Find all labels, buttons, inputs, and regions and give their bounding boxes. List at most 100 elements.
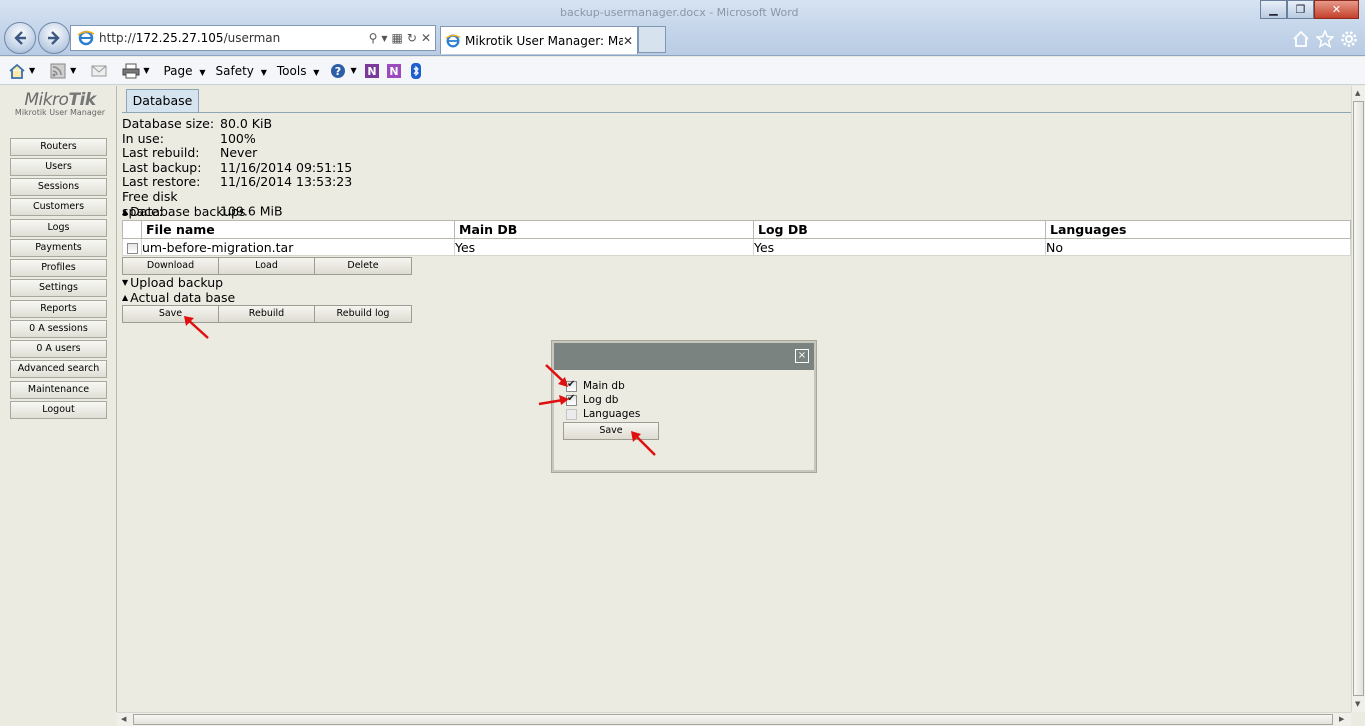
dialog-header: × xyxy=(554,343,814,370)
onenote-button-1[interactable]: N xyxy=(363,63,381,79)
tab-title: Mikrotik User Manager: Mai... xyxy=(465,33,623,48)
sidebar-item-maintenance[interactable]: Maintenance xyxy=(10,381,107,399)
horizontal-scrollbar[interactable]: ◀ ▶ xyxy=(117,712,1351,726)
info-value: Never xyxy=(220,145,258,160)
scroll-right-icon[interactable]: ▶ xyxy=(1339,715,1344,723)
option-label: Languages xyxy=(583,408,641,420)
sidebar-item-profiles[interactable]: Profiles xyxy=(10,259,107,277)
mail-menu[interactable] xyxy=(90,63,108,79)
back-arrow-icon xyxy=(14,31,26,45)
ie-page-icon xyxy=(77,30,95,46)
column-header-main-db[interactable]: Main DB xyxy=(454,220,754,239)
sidebar-item-advanced-search[interactable]: Advanced search xyxy=(10,360,107,378)
favorites-star-icon[interactable] xyxy=(1316,30,1334,48)
sidebar: MikroTik Mikrotik User Manager Routers U… xyxy=(0,86,117,712)
stop-icon[interactable]: ✕ xyxy=(421,31,431,45)
minimize-button[interactable]: ▁ xyxy=(1260,0,1287,19)
column-header-log-db[interactable]: Log DB xyxy=(753,220,1046,239)
help-icon: ? xyxy=(331,63,346,78)
sidebar-item-payments[interactable]: Payments xyxy=(10,239,107,257)
sidebar-item-active-users[interactable]: 0 A users xyxy=(10,340,107,358)
feeds-menu[interactable]: ▼ xyxy=(49,63,76,79)
section-upload-backup[interactable]: ▼ Upload backup xyxy=(122,275,223,290)
address-bar[interactable]: http://172.25.27.105/userman ⚲ ▼ ▦ ↻ ✕ xyxy=(70,25,436,51)
table-row[interactable]: um-before-migration.tar Yes Yes No xyxy=(122,238,1351,256)
option-main-db[interactable]: Main db xyxy=(566,379,625,392)
scroll-corner xyxy=(0,712,117,726)
row-checkbox[interactable] xyxy=(126,242,138,254)
new-tab-button[interactable] xyxy=(638,26,666,53)
svg-text:N: N xyxy=(367,65,376,78)
sidebar-item-active-sessions[interactable]: 0 A sessions xyxy=(10,320,107,338)
scroll-down-icon[interactable]: ▼ xyxy=(1355,700,1360,708)
rebuild-log-button[interactable]: Rebuild log xyxy=(314,305,412,323)
scroll-left-icon[interactable]: ◀ xyxy=(121,715,126,723)
column-header-file-name[interactable]: File name xyxy=(141,220,455,239)
search-icon[interactable]: ⚲ xyxy=(369,31,378,45)
info-key: Last rebuild: xyxy=(122,145,200,160)
tab-database[interactable]: Database xyxy=(126,89,199,113)
section-actual-data-base[interactable]: ▲ Actual data base xyxy=(122,290,235,305)
dropdown-arrow-icon[interactable]: ▼ xyxy=(381,34,387,43)
download-button[interactable]: Download xyxy=(122,257,219,275)
option-label: Log db xyxy=(583,394,619,406)
page-menu-label: Page xyxy=(163,63,193,78)
page-menu[interactable]: Page ▼ xyxy=(163,64,205,78)
vertical-scrollbar[interactable]: ▲ ▼ xyxy=(1351,86,1365,712)
sidebar-item-reports[interactable]: Reports xyxy=(10,300,107,318)
onenote-icon: N xyxy=(364,63,379,78)
sidebar-item-sessions[interactable]: Sessions xyxy=(10,178,107,196)
sidebar-item-customers[interactable]: Customers xyxy=(10,198,107,216)
url-text[interactable]: http://172.25.27.105/userman xyxy=(99,31,369,45)
horizontal-scroll-thumb[interactable] xyxy=(133,714,1333,725)
load-button[interactable]: Load xyxy=(218,257,315,275)
settings-gear-icon[interactable] xyxy=(1340,30,1358,48)
scroll-up-icon[interactable]: ▲ xyxy=(1355,89,1360,97)
forward-button[interactable] xyxy=(38,22,70,54)
option-log-db[interactable]: Log db xyxy=(566,393,619,406)
ie-tab-icon xyxy=(445,34,461,47)
bluetooth-button[interactable] xyxy=(407,62,425,79)
vertical-scroll-thumb[interactable] xyxy=(1353,101,1364,696)
refresh-icon[interactable]: ↻ xyxy=(407,31,417,45)
logo-brand-bold: Tik xyxy=(68,90,96,110)
close-window-button[interactable]: ✕ xyxy=(1314,0,1359,19)
onenote-button-2[interactable]: N xyxy=(385,63,403,79)
log-db-checkbox[interactable] xyxy=(566,393,577,406)
tools-menu-label: Tools xyxy=(276,63,307,78)
section-database-backups[interactable]: ▲ Database backups xyxy=(122,204,245,219)
main-db-checkbox[interactable] xyxy=(566,379,577,392)
browser-tab-active[interactable]: Mikrotik User Manager: Mai... ✕ xyxy=(440,26,638,54)
back-button[interactable] xyxy=(4,22,36,54)
sidebar-item-users[interactable]: Users xyxy=(10,158,107,176)
cell-languages: No xyxy=(1045,238,1351,256)
column-header-languages[interactable]: Languages xyxy=(1045,220,1351,239)
info-value: 11/16/2014 09:51:15 xyxy=(220,160,353,175)
bluetooth-icon xyxy=(410,62,421,79)
section-label: Database backups xyxy=(130,204,246,219)
save-database-button[interactable]: Save xyxy=(122,305,219,323)
option-label: Main db xyxy=(583,380,625,392)
collapse-triangle-icon: ▲ xyxy=(122,293,129,302)
rebuild-button[interactable]: Rebuild xyxy=(218,305,315,323)
sidebar-item-logout[interactable]: Logout xyxy=(10,401,107,419)
url-path: /userman xyxy=(223,31,281,45)
maximize-button[interactable]: ❐ xyxy=(1287,0,1314,19)
safety-menu[interactable]: Safety ▼ xyxy=(216,64,267,78)
tools-menu[interactable]: Tools ▼ xyxy=(277,64,320,78)
cell-main-db: Yes xyxy=(454,238,754,256)
delete-button[interactable]: Delete xyxy=(314,257,412,275)
sidebar-item-settings[interactable]: Settings xyxy=(10,279,107,297)
compat-view-icon[interactable]: ▦ xyxy=(392,31,403,45)
dialog-save-button[interactable]: Save xyxy=(563,422,659,440)
help-menu[interactable]: ? ▼ xyxy=(329,63,357,79)
print-menu[interactable]: ▼ xyxy=(122,63,149,79)
info-value: 11/16/2014 13:53:23 xyxy=(220,174,353,189)
url-host: 172.25.27.105 xyxy=(135,31,224,45)
tab-close-icon[interactable]: ✕ xyxy=(623,34,633,48)
sidebar-item-routers[interactable]: Routers xyxy=(10,138,107,156)
home-menu[interactable]: ▼ xyxy=(8,63,35,79)
home-icon[interactable] xyxy=(1292,30,1310,48)
dialog-close-icon[interactable]: × xyxy=(795,349,809,363)
sidebar-item-logs[interactable]: Logs xyxy=(10,219,107,237)
